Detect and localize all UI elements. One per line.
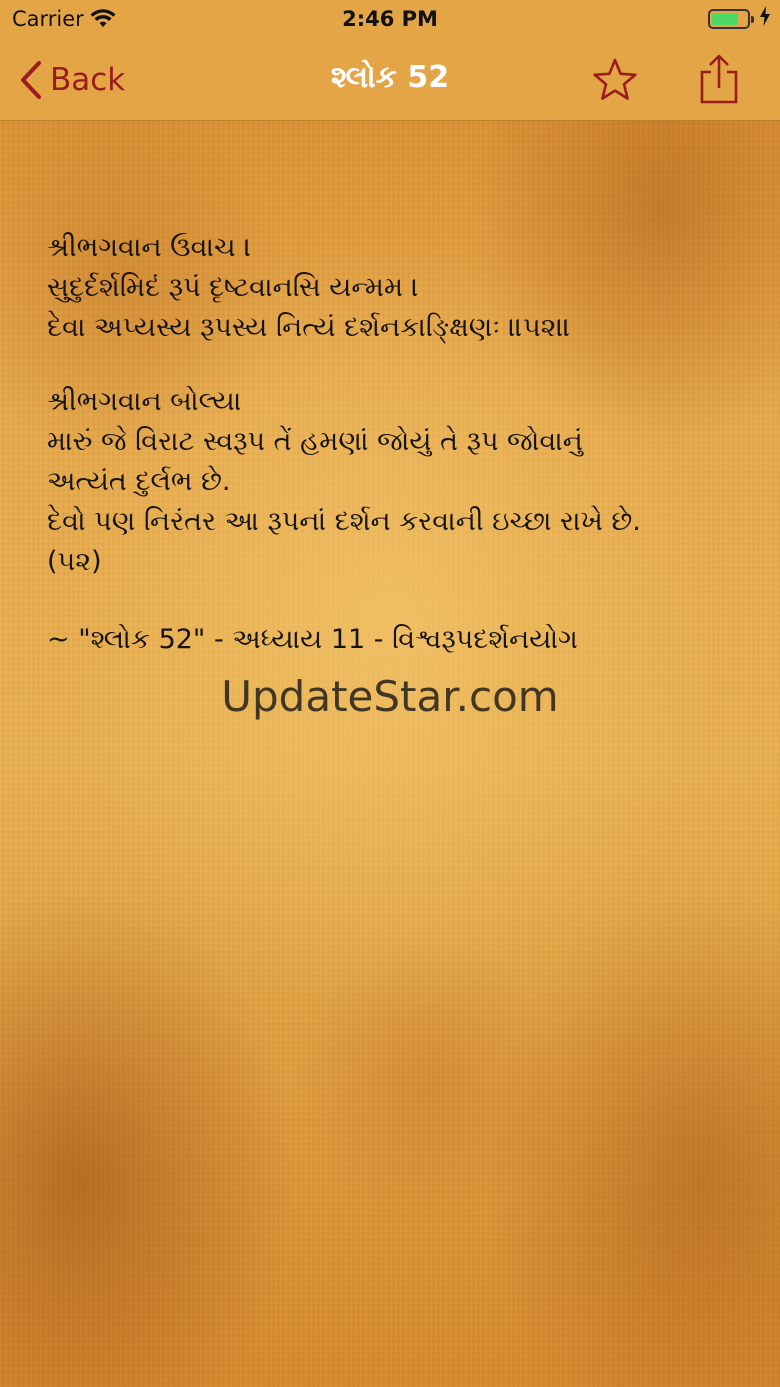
watermark: UpdateStar.com — [221, 672, 559, 721]
translation-line: મારું જે વિરાટ સ્વરૂપ તેં હમણાં જોયું તે… — [47, 426, 583, 457]
battery-nub — [751, 16, 754, 23]
gujarati-translation: શ્રીભગવાન બોલ્યા મારું જે વિરાટ સ્વરૂપ ત… — [47, 382, 747, 582]
verse-reference: ~ "શ્લોક 52" - અધ્યાય 11 - વિશ્વરૂપદર્શન… — [47, 624, 578, 655]
verse-line: દેવા અપ્યસ્ય રૂપસ્ય નિત્યં દર્શનકાઙ્ક્ષિ… — [47, 312, 571, 343]
share-icon — [700, 54, 738, 104]
battery-level — [712, 13, 738, 25]
battery-icon — [708, 9, 754, 29]
status-time: 2:46 PM — [342, 7, 438, 31]
navigation-bar: Back શ્લોક 52 — [0, 40, 780, 121]
sanskrit-verse: શ્રીભગવાન ઉવાચ । સુદુર્દર્શમિદં રૂપં દૃષ… — [47, 228, 747, 348]
verse-line: શ્રીભગવાન ઉવાચ । — [47, 232, 252, 263]
favorite-button[interactable] — [590, 56, 640, 104]
verse-content: શ્રીભગવાન ઉવાચ । સુદુર્દર્શમિદં રૂપં દૃષ… — [47, 228, 747, 660]
translation-line: અત્યંત દુર્લભ છે. — [47, 466, 231, 497]
status-bar: Carrier 2:46 PM — [0, 0, 780, 40]
translation-line: દેવો પણ નિરંતર આ રૂપનાં દર્શન કરવાની ઇચ્… — [47, 506, 641, 537]
star-icon — [593, 58, 637, 100]
page-title: શ્લોક 52 — [330, 60, 450, 95]
translation-line: (૫૨) — [47, 546, 102, 577]
translation-line: શ્રીભગવાન બોલ્યા — [47, 386, 242, 417]
charging-bolt-icon — [760, 6, 770, 31]
verse-line: સુદુર્દર્શમિદં રૂપં દૃષ્ટવાનસિ યન્મમ । — [47, 272, 419, 303]
share-button[interactable] — [694, 52, 744, 108]
